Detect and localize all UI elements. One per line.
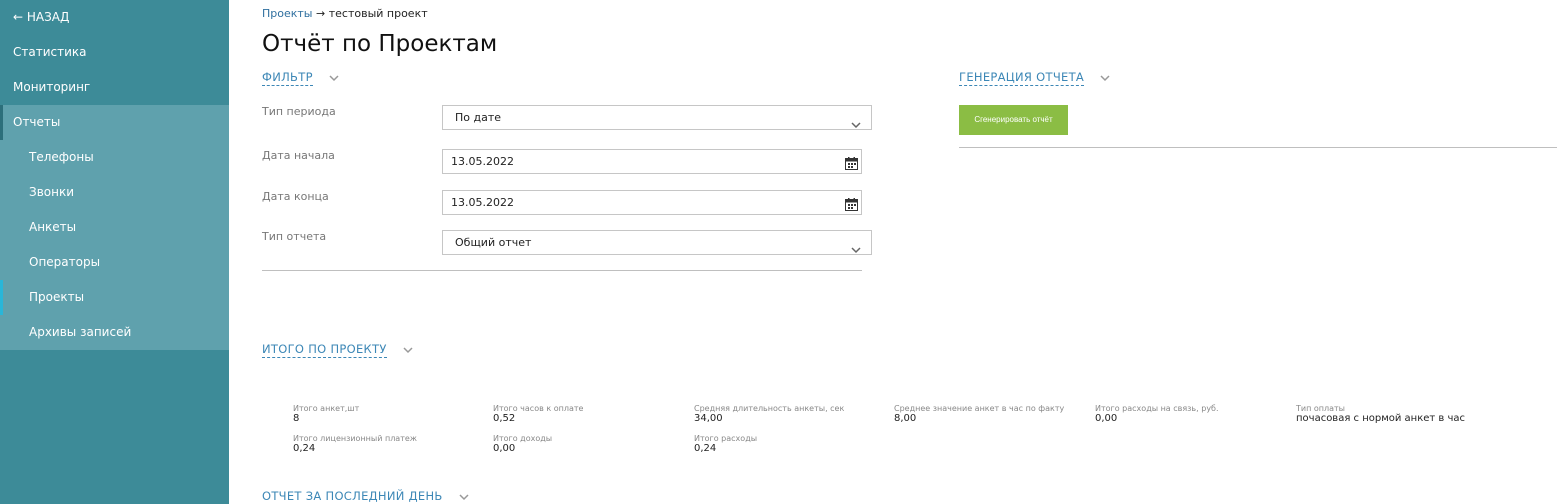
main-content: Проекты → тестовый проект Отчёт по Проек… xyxy=(262,0,1557,504)
end-date-label: Дата конца xyxy=(262,190,329,203)
last-day-title: ОТЧЕТ ЗА ПОСЛЕДНИЙ ДЕНЬ xyxy=(262,489,443,503)
totals-section-toggle[interactable]: ИТОГО ПО ПРОЕКТУ xyxy=(262,342,413,358)
sidebar-item-reports[interactable]: Отчеты xyxy=(0,105,229,140)
stat-total-costs: Итого расходы 0,24 xyxy=(694,434,757,454)
chevron-down-icon xyxy=(329,71,339,85)
breadcrumb-link-projects[interactable]: Проекты xyxy=(262,7,313,20)
report-type-select[interactable]: Общий отчет xyxy=(442,230,872,255)
report-type-label: Тип отчета xyxy=(262,230,327,243)
period-type-value: По дате xyxy=(455,111,502,124)
stat-label: Тип оплаты xyxy=(1296,404,1345,413)
start-date-value: 13.05.2022 xyxy=(451,155,514,168)
last-day-section-toggle[interactable]: ОТЧЕТ ЗА ПОСЛЕДНИЙ ДЕНЬ xyxy=(262,489,469,504)
breadcrumb-separator: → xyxy=(316,7,326,20)
filter-section-toggle[interactable]: ФИЛЬТР xyxy=(262,70,339,86)
stat-payment-type: Тип оплаты почасовая с нормой анкет в ча… xyxy=(1296,404,1465,424)
sidebar-item-archives[interactable]: Архивы записей xyxy=(0,315,229,350)
generate-report-button[interactable]: Сгенерировать отчёт xyxy=(959,105,1068,135)
stat-label: Средняя длительность анкеты, сек xyxy=(694,404,845,413)
stat-value: 0,24 xyxy=(293,443,316,454)
stat-label: Итого расходы xyxy=(694,434,758,443)
breadcrumb: Проекты → тестовый проект xyxy=(262,7,428,20)
chevron-down-icon xyxy=(1100,71,1110,85)
stat-value: 8,00 xyxy=(894,413,917,424)
stat-value: 0,00 xyxy=(493,443,516,454)
start-date-input[interactable]: 13.05.2022 xyxy=(442,149,862,174)
totals-title: ИТОГО ПО ПРОЕКТУ xyxy=(262,342,387,358)
end-date-value: 13.05.2022 xyxy=(451,196,514,209)
sidebar-submenu: Телефоны Звонки Анкеты Операторы Проекты… xyxy=(0,140,229,350)
stat-value: 34,00 xyxy=(694,413,723,424)
chevron-down-icon xyxy=(403,343,413,357)
sidebar-item-calls[interactable]: Звонки xyxy=(0,175,229,210)
chevron-down-icon xyxy=(459,490,469,504)
generation-section-toggle[interactable]: ГЕНЕРАЦИЯ ОТЧЕТА xyxy=(959,70,1110,86)
stat-license-fee: Итого лицензионный платеж 0,24 xyxy=(293,434,417,454)
stat-avg-duration: Средняя длительность анкеты, сек 34,00 xyxy=(694,404,844,424)
sidebar-item-operators[interactable]: Операторы xyxy=(0,245,229,280)
stat-value: почасовая с нормой анкет в час xyxy=(1296,413,1466,424)
stat-total-income: Итого доходы 0,00 xyxy=(493,434,552,454)
end-date-input[interactable]: 13.05.2022 xyxy=(442,190,862,215)
stat-label: Итого доходы xyxy=(493,434,553,443)
stat-value: 0,52 xyxy=(493,413,516,424)
breadcrumb-current: тестовый проект xyxy=(328,7,428,20)
sidebar-item-surveys[interactable]: Анкеты xyxy=(0,210,229,245)
chevron-down-icon xyxy=(851,239,861,262)
page-title: Отчёт по Проектам xyxy=(262,31,498,57)
stat-value: 8 xyxy=(293,413,300,424)
sidebar-item-projects[interactable]: Проекты xyxy=(0,280,229,315)
stat-value: 0,00 xyxy=(1095,413,1118,424)
stat-value: 0,24 xyxy=(694,443,717,454)
stat-label: Итого лицензионный платеж xyxy=(293,434,417,443)
sidebar: ← НАЗАД Статистика Мониторинг Отчеты Тел… xyxy=(0,0,229,504)
calendar-icon[interactable] xyxy=(845,155,858,178)
sidebar-item-statistics[interactable]: Статистика xyxy=(0,35,229,70)
stat-label: Итого часов к оплате xyxy=(493,404,584,413)
stat-label: Итого расходы на связь, руб. xyxy=(1095,404,1219,413)
stat-label: Среднее значение анкет в час по факту xyxy=(894,404,1065,413)
back-link[interactable]: ← НАЗАД xyxy=(0,0,229,35)
filter-title: ФИЛЬТР xyxy=(262,70,313,86)
sidebar-item-monitoring[interactable]: Мониторинг xyxy=(0,70,229,105)
period-type-label: Тип периода xyxy=(262,105,336,118)
calendar-icon[interactable] xyxy=(845,196,858,219)
stat-total-hours: Итого часов к оплате 0,52 xyxy=(493,404,583,424)
report-type-value: Общий отчет xyxy=(455,236,532,249)
sidebar-item-phones[interactable]: Телефоны xyxy=(0,140,229,175)
stat-comm-costs: Итого расходы на связь, руб. 0,00 xyxy=(1095,404,1219,424)
stat-avg-per-hour: Среднее значение анкет в час по факту 8,… xyxy=(894,404,1064,424)
start-date-label: Дата начала xyxy=(262,149,335,162)
generation-divider xyxy=(959,147,1557,148)
chevron-down-icon xyxy=(851,114,861,137)
period-type-select[interactable]: По дате xyxy=(442,105,872,130)
stat-total-surveys: Итого анкет,шт 8 xyxy=(293,404,359,424)
stat-label: Итого анкет,шт xyxy=(293,404,360,413)
generation-title: ГЕНЕРАЦИЯ ОТЧЕТА xyxy=(959,70,1085,86)
filter-divider xyxy=(262,270,862,271)
